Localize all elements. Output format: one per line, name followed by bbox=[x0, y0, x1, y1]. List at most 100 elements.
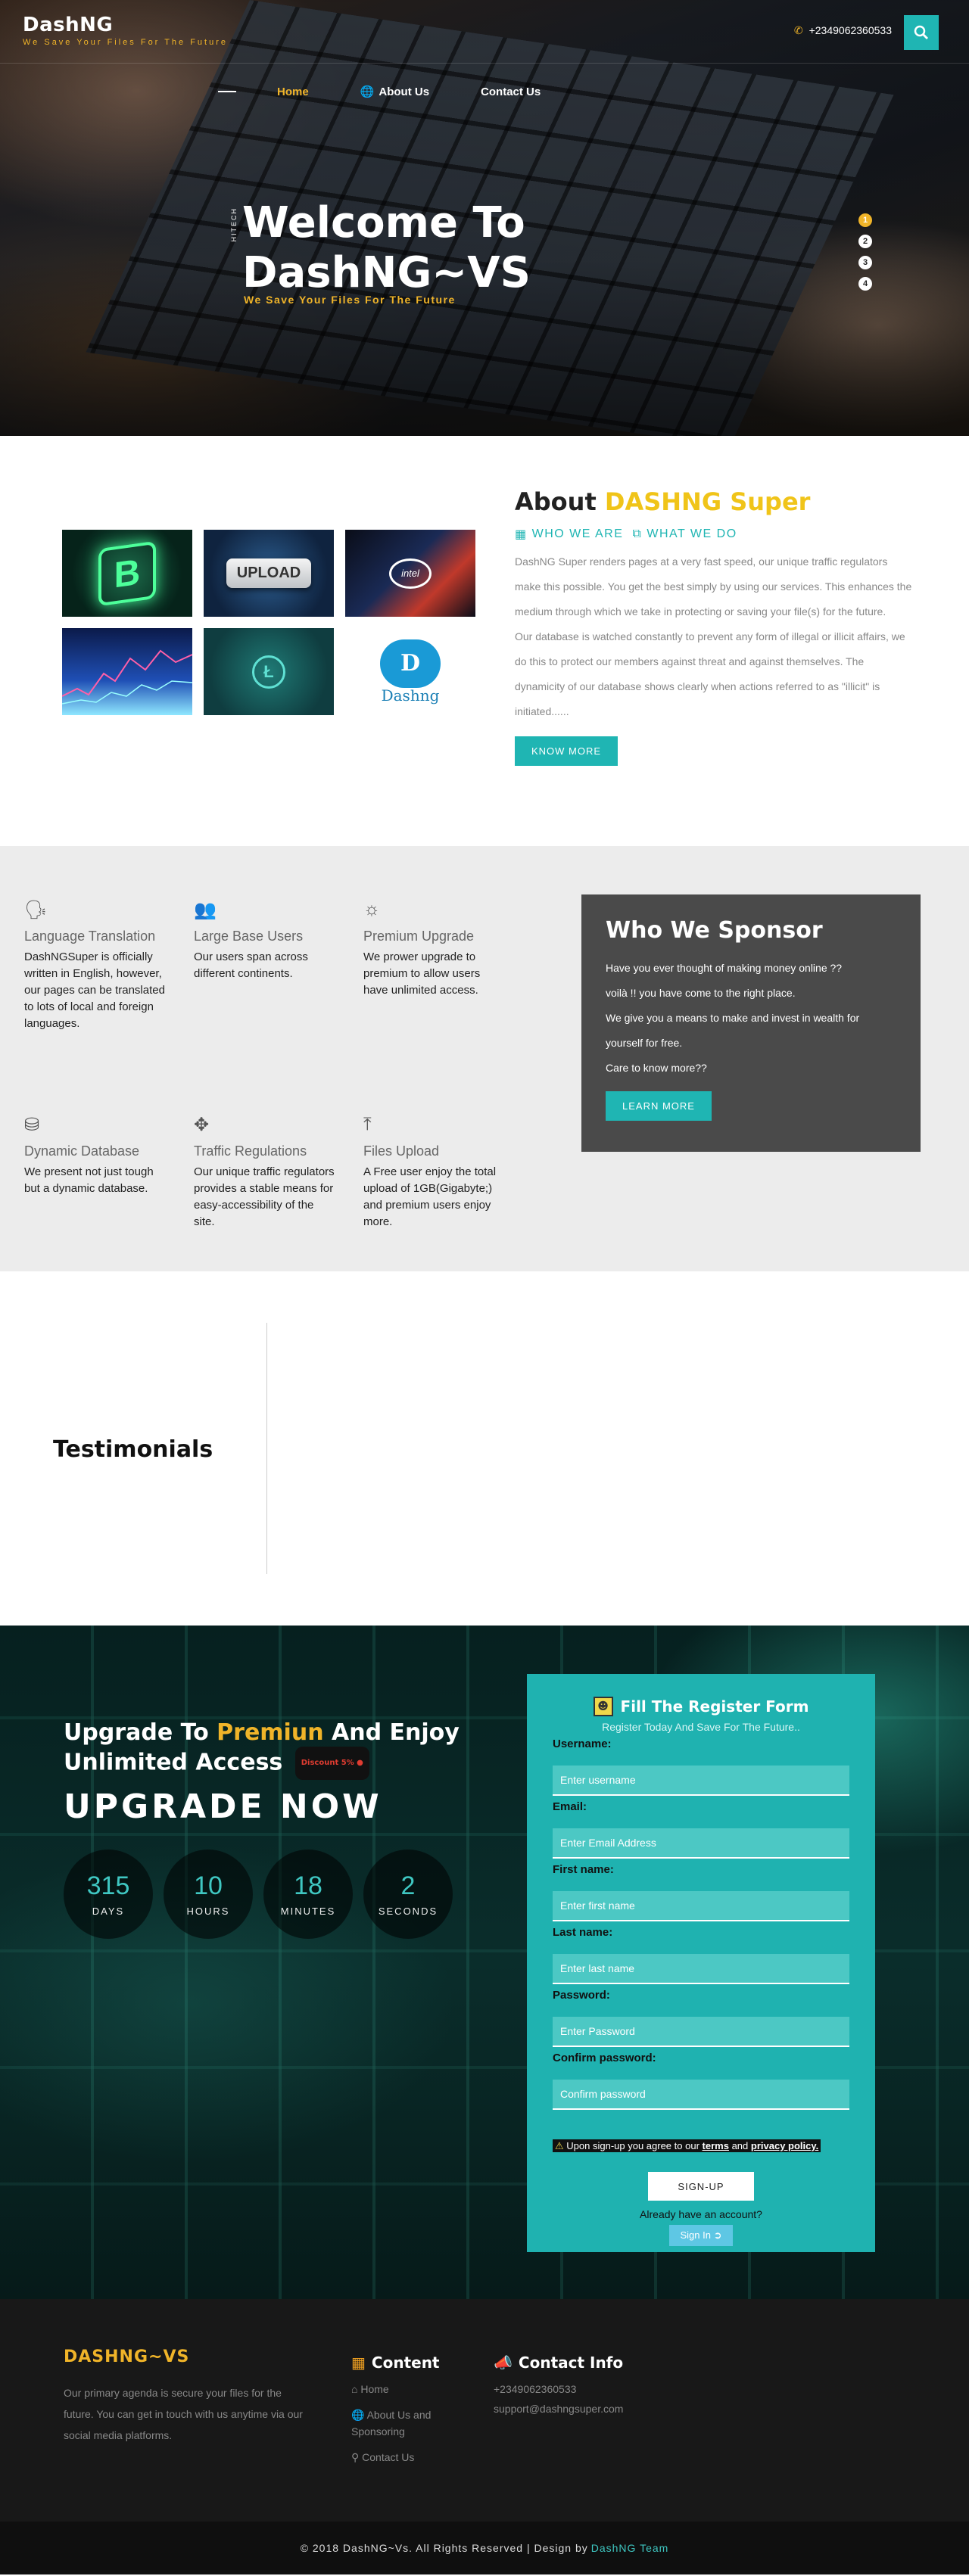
footer-link-about[interactable]: 🌐 About Us and Sponsoring bbox=[351, 2409, 431, 2438]
username-input[interactable] bbox=[553, 1766, 849, 1796]
countdown-days: 315 DAYS bbox=[64, 1850, 153, 1939]
first-name-label: First name: bbox=[553, 1863, 614, 1876]
testimonials-section: Testimonials bbox=[0, 1271, 969, 1626]
feature-large-base-users: 👥 Large Base Users Our users span across… bbox=[194, 899, 338, 982]
terms-link[interactable]: terms bbox=[703, 2140, 729, 2151]
copyright-text: © 2018 DashNG~Vs. All Rights Reserved | … bbox=[300, 2542, 588, 2554]
brand-tagline: We Save Your Files For The Future bbox=[23, 38, 229, 47]
footer-link-home[interactable]: ⌂ Home bbox=[351, 2383, 389, 2395]
register-form: ☻ Fill The Register Form Register Today … bbox=[527, 1674, 875, 2252]
learn-more-button[interactable]: LEARN MORE bbox=[606, 1091, 712, 1121]
nav-home[interactable]: Home bbox=[251, 85, 335, 98]
sign-in-button[interactable]: Sign In ➲ bbox=[669, 2225, 733, 2246]
search-button[interactable] bbox=[904, 15, 939, 50]
countdown-seconds: 2 SECONDS bbox=[363, 1850, 453, 1939]
slide-dot-2[interactable]: 2 bbox=[858, 235, 872, 248]
main-nav: Home 🌐 About Us Contact Us bbox=[218, 85, 566, 98]
grid-icon: ▦ bbox=[515, 528, 528, 541]
copyright-bar: © 2018 DashNG~Vs. All Rights Reserved | … bbox=[0, 2522, 969, 2574]
footer-content-list: ⌂ Home 🌐 About Us and Sponsoring ⚲ Conta… bbox=[351, 2381, 465, 2466]
password-input[interactable] bbox=[553, 2017, 849, 2047]
list-item: 🌐 About Us and Sponsoring bbox=[351, 2406, 465, 2440]
hero-side-label: HITECH bbox=[230, 207, 238, 242]
email-input[interactable] bbox=[553, 1828, 849, 1859]
feature-traffic-regulations: ✥ Traffic Regulations Our unique traffic… bbox=[194, 1114, 338, 1230]
features-section: 🗣 Language Translation DashNGSuper is of… bbox=[0, 846, 969, 1271]
who-we-are-link[interactable]: ▦ WHO WE ARE bbox=[515, 527, 623, 542]
email-label: Email: bbox=[553, 1800, 587, 1813]
design-team-link[interactable]: DashNG Team bbox=[591, 2542, 669, 2554]
slide-dot-3[interactable]: 3 bbox=[858, 256, 872, 269]
top-bar: DashNG We Save Your Files For The Future… bbox=[0, 0, 969, 64]
privacy-policy-link[interactable]: privacy policy. bbox=[751, 2140, 818, 2151]
footer: DASHNG~VS Our primary agenda is secure y… bbox=[0, 2299, 969, 2522]
footer-content-title-text: Content bbox=[371, 2354, 440, 2372]
feature-text: DashNGSuper is officially written in Eng… bbox=[24, 950, 165, 1030]
brand-logo[interactable]: DashNG We Save Your Files For The Future bbox=[23, 14, 228, 47]
register-title: ☻ Fill The Register Form bbox=[553, 1697, 849, 1716]
terms-highlight: ⚠ Upon sign-up you agree to our terms an… bbox=[553, 2139, 821, 2152]
hero-section: DashNG We Save Your Files For The Future… bbox=[0, 0, 969, 436]
who-we-are-label: WHO WE ARE bbox=[531, 527, 624, 540]
sponsor-line-2: voilà !! you have come to the right plac… bbox=[606, 987, 796, 999]
about-section: B UPLOAD intel Ł D Dashng About DASHNG S… bbox=[0, 436, 969, 846]
footer-link-home-label: Home bbox=[360, 2383, 389, 2395]
footer-content-title: ▦ Content bbox=[351, 2354, 465, 2372]
upload-icon: ⤒ bbox=[363, 1114, 372, 1134]
about-paragraph-1: DashNG Super renders pages at a very fas… bbox=[515, 555, 912, 618]
litecoin-icon: Ł bbox=[252, 655, 285, 689]
about-title-accent: DASHNG Super bbox=[604, 487, 811, 516]
nav-about-us[interactable]: 🌐 About Us bbox=[335, 85, 455, 99]
confirm-password-input[interactable] bbox=[553, 2080, 849, 2110]
feature-dynamic-database: ⛁ Dynamic Database We present not just t… bbox=[24, 1114, 168, 1197]
upgrade-head-accent: Premiun bbox=[217, 1719, 324, 1746]
discount-badge: Discount 5% ● bbox=[294, 1747, 369, 1780]
countdown-label: SECONDS bbox=[378, 1906, 438, 1917]
upload-key-label: UPLOAD bbox=[226, 558, 312, 588]
feature-text: A Free user enjoy the total upload of 1G… bbox=[363, 1165, 497, 1228]
slide-dot-1[interactable]: 1 bbox=[858, 213, 872, 227]
footer-contact-column: 📣 Contact Info +2349062360533 support@das… bbox=[494, 2354, 675, 2426]
upgrade-heading: Upgrade To Premiun And Enjoy Unlimited A… bbox=[64, 1719, 460, 1780]
sign-up-button[interactable]: SIGN-UP bbox=[648, 2172, 754, 2201]
about-paragraph-2: Our database is watched constantly to pr… bbox=[515, 630, 905, 717]
feature-title: Files Upload bbox=[363, 1143, 440, 1159]
slide-dot-4[interactable]: 4 bbox=[858, 277, 872, 291]
database-icon: ⛁ bbox=[24, 1115, 40, 1135]
countdown-label: DAYS bbox=[92, 1906, 125, 1917]
dashng-badge-icon: D bbox=[380, 639, 441, 688]
know-more-button[interactable]: KNOW MORE bbox=[515, 736, 618, 766]
countdown-minutes: 18 MINUTES bbox=[263, 1850, 353, 1939]
language-icon: 🗣 bbox=[24, 900, 48, 920]
move-arrows-icon: ✥ bbox=[194, 1115, 210, 1135]
megaphone-icon: 📣 bbox=[494, 2354, 513, 2372]
map-marker-icon: ⚲ bbox=[351, 2451, 360, 2463]
intel-logo: intel bbox=[389, 558, 432, 589]
feature-text: We prower upgrade to premium to allow us… bbox=[363, 950, 481, 997]
nav-contact-us[interactable]: Contact Us bbox=[455, 85, 566, 98]
grid-icon: ▦ bbox=[351, 2354, 366, 2372]
last-name-input[interactable] bbox=[553, 1954, 849, 1984]
testimonials-divider bbox=[266, 1323, 267, 1574]
gallery-litecoin-image: Ł bbox=[204, 628, 334, 715]
header-phone-number: +2349062360533 bbox=[809, 24, 892, 36]
register-subtitle: Register Today And Save For The Future.. bbox=[602, 1721, 800, 1733]
feature-title: Language Translation bbox=[24, 929, 156, 944]
password-label: Password: bbox=[553, 1989, 610, 2002]
countdown-value: 10 bbox=[194, 1871, 223, 1900]
footer-link-contact[interactable]: ⚲ Contact Us bbox=[351, 2451, 414, 2463]
footer-about: Our primary agenda is secure your files … bbox=[64, 2387, 303, 2441]
hero-title-line1: Welcome To bbox=[242, 198, 525, 247]
footer-contact-list: +2349062360533 support@dashngsuper.com bbox=[494, 2381, 675, 2417]
upgrade-head-suffix: And Enjoy bbox=[332, 1719, 460, 1746]
feature-files-upload: ⤒ Files Upload A Free user enjoy the tot… bbox=[363, 1114, 507, 1230]
feature-premium-upgrade: ☼ Premium Upgrade We prower upgrade to p… bbox=[363, 899, 507, 999]
what-we-do-label: WHAT WE DO bbox=[647, 527, 737, 540]
footer-contact-email[interactable]: support@dashngsuper.com bbox=[494, 2400, 675, 2417]
what-we-do-link[interactable]: ⧉ WHAT WE DO bbox=[632, 527, 737, 542]
first-name-input[interactable] bbox=[553, 1891, 849, 1921]
sponsor-line-4: Care to know more?? bbox=[606, 1062, 707, 1074]
upgrade-now-cta[interactable]: UPGRADE NOW bbox=[64, 1787, 382, 1826]
brand-name: DashNG bbox=[23, 14, 114, 36]
countdown-value: 2 bbox=[400, 1871, 416, 1900]
